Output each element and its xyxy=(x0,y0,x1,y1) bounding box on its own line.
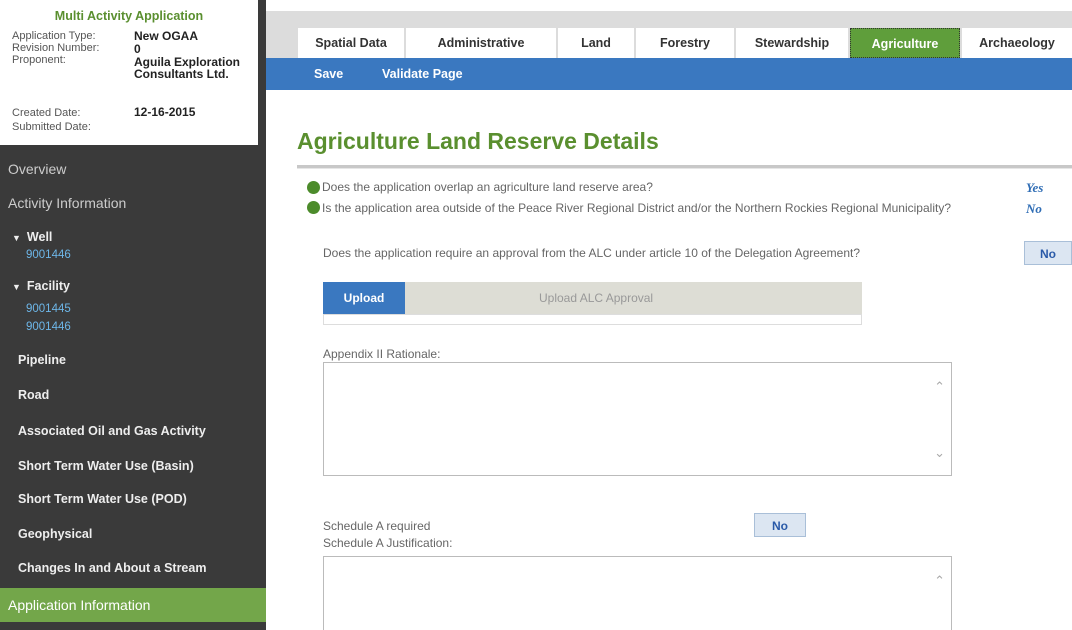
caret-down-icon: ▼ xyxy=(12,233,21,243)
answer-outside-district[interactable]: No xyxy=(1026,201,1042,217)
question-alr-overlap: Does the application overlap an agricult… xyxy=(322,180,653,194)
tab-forestry[interactable]: Forestry xyxy=(636,28,734,58)
application-type-value: New OGAA xyxy=(134,29,199,43)
revision-number-value: 0 xyxy=(134,42,141,56)
scroll-up-icon[interactable]: ⌃ xyxy=(934,573,945,589)
proponent-label: Proponent: xyxy=(12,54,66,66)
created-date-label: Created Date: xyxy=(12,107,81,119)
validate-page-button[interactable]: Validate Page xyxy=(382,58,463,90)
nav-well-label: Well xyxy=(26,230,53,244)
schedule-a-justification-label: Schedule A Justification: xyxy=(323,536,453,550)
nav-facility-item[interactable]: 9001446 xyxy=(26,321,71,333)
alc-approval-toggle[interactable]: No xyxy=(1024,241,1072,265)
nav-facility[interactable]: ▼ Facility xyxy=(12,279,70,293)
save-button[interactable]: Save xyxy=(314,58,343,90)
nav-facility-item[interactable]: 9001445 xyxy=(26,303,71,315)
nav-facility-label: Facility xyxy=(26,279,70,293)
caret-down-icon: ▼ xyxy=(12,282,21,292)
nav-overview[interactable]: Overview xyxy=(8,161,66,177)
tab-stewardship[interactable]: Stewardship xyxy=(736,28,848,58)
tab-strip: Spatial Data Administrative Land Forestr… xyxy=(266,11,1072,58)
status-dot-icon xyxy=(307,181,320,194)
tab-land[interactable]: Land xyxy=(558,28,634,58)
nav-stwu-basin[interactable]: Short Term Water Use (Basin) xyxy=(18,459,194,473)
nav-activity-information[interactable]: Activity Information xyxy=(8,195,126,211)
application-summary: Multi Activity Application Application T… xyxy=(0,0,258,145)
nav-application-information[interactable]: Application Information xyxy=(0,588,266,622)
tab-spatial-data[interactable]: Spatial Data xyxy=(298,28,404,58)
nav-stwu-pod[interactable]: Short Term Water Use (POD) xyxy=(18,492,187,506)
status-dot-icon xyxy=(307,201,320,214)
upload-file-list xyxy=(323,314,862,325)
upload-label: Upload ALC Approval xyxy=(539,291,654,305)
schedule-a-required-label: Schedule A required xyxy=(323,519,431,533)
summary-title: Multi Activity Application xyxy=(54,9,204,23)
nav-well[interactable]: ▼ Well xyxy=(12,230,52,244)
nav-road[interactable]: Road xyxy=(18,388,49,402)
sidebar-divider xyxy=(258,0,266,630)
page-title: Agriculture Land Reserve Details xyxy=(297,128,659,154)
nav-geophysical[interactable]: Geophysical xyxy=(18,527,92,541)
revision-number-label: Revision Number: xyxy=(12,42,100,54)
question-alc-approval: Does the application require an approval… xyxy=(323,246,860,260)
toolbar: Save Validate Page xyxy=(266,58,1072,90)
tab-agriculture[interactable]: Agriculture xyxy=(850,28,960,58)
heading-divider xyxy=(297,165,1072,169)
tab-archaeology[interactable]: Archaeology xyxy=(962,28,1072,58)
schedule-a-justification-textarea[interactable]: ⌃ xyxy=(323,556,952,630)
nav-pipeline[interactable]: Pipeline xyxy=(18,353,66,367)
submitted-date-label: Submitted Date: xyxy=(12,121,91,133)
answer-alr-overlap[interactable]: Yes xyxy=(1026,180,1043,196)
nav-changes-stream[interactable]: Changes In and About a Stream xyxy=(18,561,206,575)
scroll-up-icon[interactable]: ⌃ xyxy=(934,379,945,395)
sidebar: Multi Activity Application Application T… xyxy=(0,0,266,630)
appendix-rationale-textarea[interactable]: ⌃ ⌄ xyxy=(323,362,952,476)
proponent-value: Aguila Exploration Consultants Ltd. xyxy=(134,55,241,81)
upload-panel: Upload Upload ALC Approval xyxy=(323,282,862,325)
nav-associated-activity[interactable]: Associated Oil and Gas Activity xyxy=(18,424,206,438)
upload-button[interactable]: Upload xyxy=(323,282,405,314)
tab-administrative[interactable]: Administrative xyxy=(406,28,556,58)
scroll-down-icon[interactable]: ⌄ xyxy=(934,445,945,461)
application-type-label: Application Type: xyxy=(12,30,96,42)
schedule-a-required-toggle[interactable]: No xyxy=(754,513,806,537)
created-date-value: 12-16-2015 xyxy=(134,105,196,119)
question-outside-district: Is the application area outside of the P… xyxy=(322,201,951,215)
nav-well-item[interactable]: 9001446 xyxy=(26,249,71,261)
appendix-rationale-label: Appendix II Rationale: xyxy=(323,347,441,361)
